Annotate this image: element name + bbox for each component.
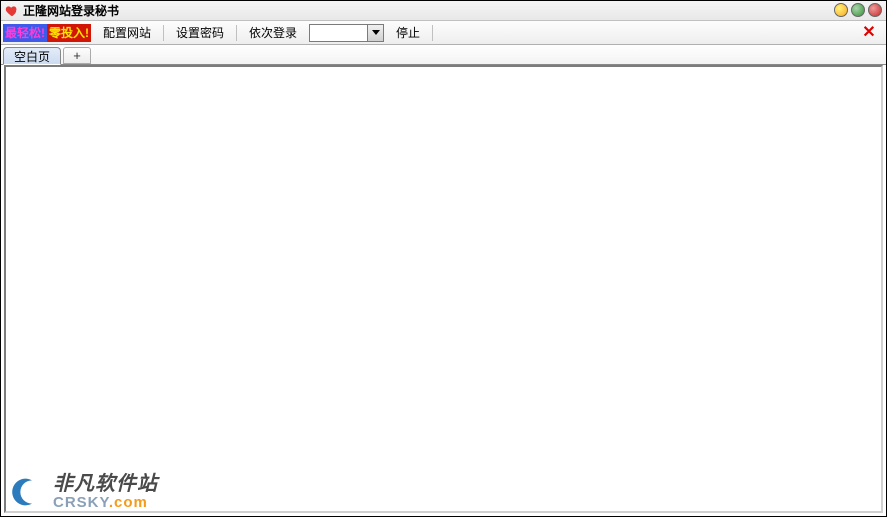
maximize-button[interactable] [851,3,865,17]
separator-icon [432,25,433,41]
window-controls [834,3,882,17]
promo-label-b: 零投入! [47,24,91,42]
tab-blank-page[interactable]: 空白页 [3,47,61,65]
new-tab-button[interactable]: + [63,47,91,64]
login-sequence-button[interactable]: 依次登录 [241,23,305,43]
minimize-button[interactable] [834,3,848,17]
close-tab-button[interactable]: ✕ [860,23,878,41]
plus-icon: + [73,48,81,63]
toolbar: 最轻松! 零投入! 配置网站 设置密码 依次登录 停止 ✕ [1,21,886,45]
config-site-button[interactable]: 配置网站 [95,23,159,43]
heart-icon [5,4,19,18]
promo-label-a: 最轻松! [3,24,47,42]
tabbar: 空白页 + [1,45,886,65]
browser-viewport [4,65,883,513]
set-password-button[interactable]: 设置密码 [168,23,232,43]
window-title: 正隆网站登录秘书 [23,2,119,19]
chevron-down-icon [367,25,383,41]
stop-button[interactable]: 停止 [388,23,428,43]
tab-label: 空白页 [14,48,50,65]
titlebar: 正隆网站登录秘书 [1,1,886,21]
app-window: 正隆网站登录秘书 最轻松! 零投入! 配置网站 设置密码 依次登录 停止 ✕ 空… [0,0,887,517]
content-area: 非凡软件站 CRSKY.com [1,65,886,516]
site-select-dropdown[interactable] [309,24,384,42]
promo-banner: 最轻松! 零投入! [3,24,91,42]
separator-icon [163,25,164,41]
separator-icon [236,25,237,41]
close-window-button[interactable] [868,3,882,17]
